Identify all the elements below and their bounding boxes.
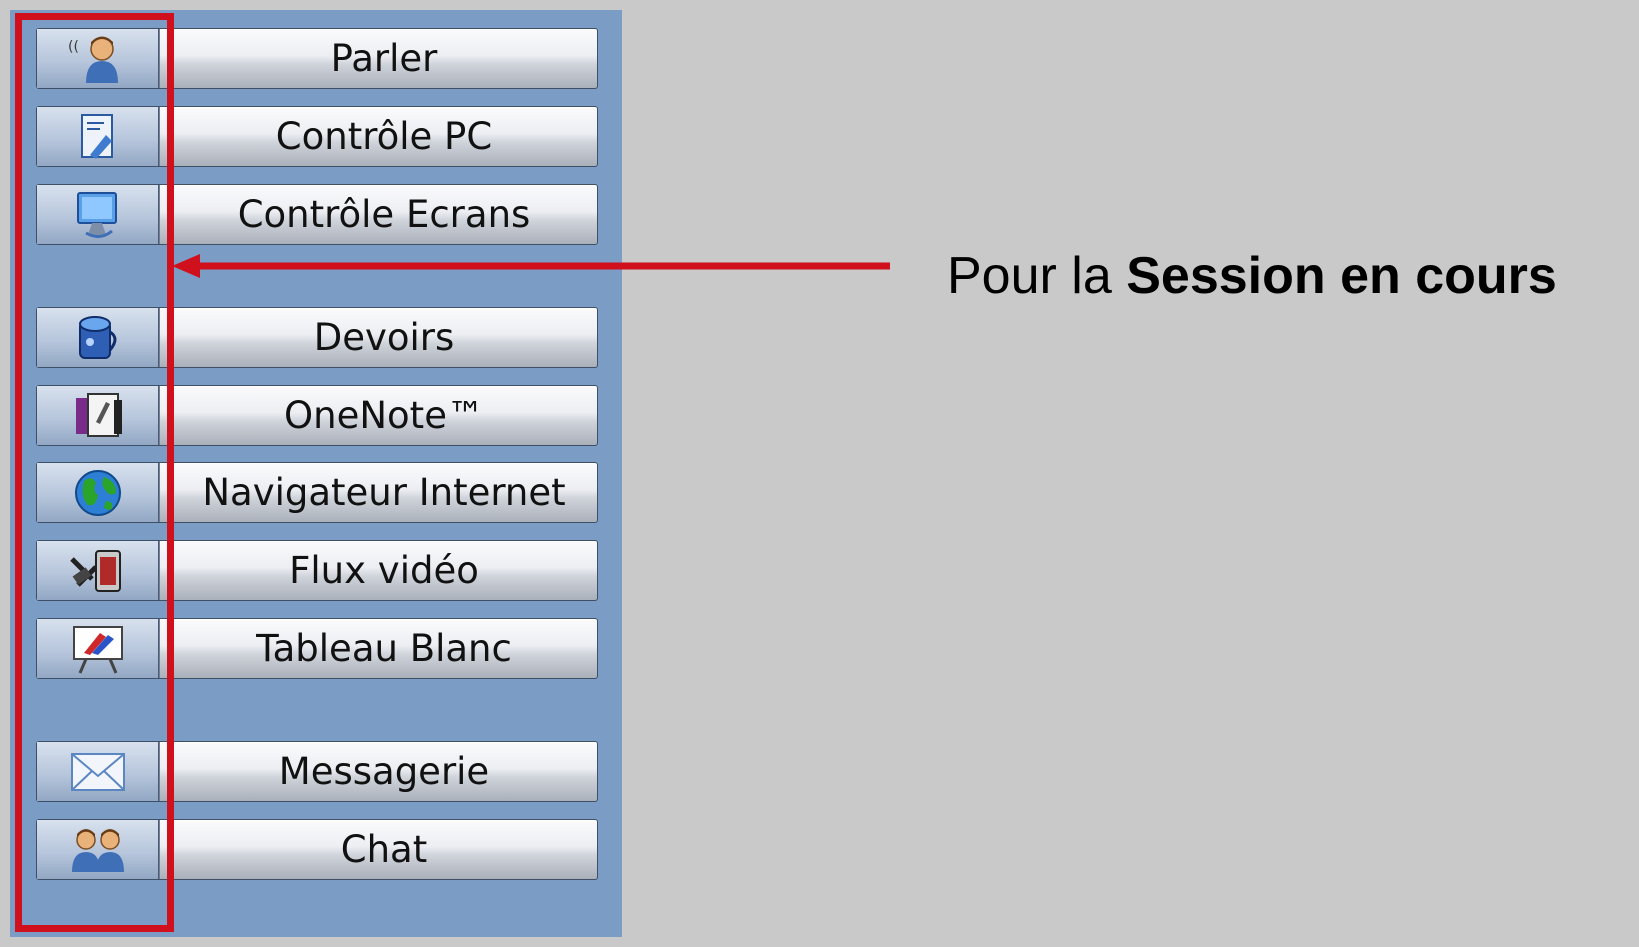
globe-icon bbox=[74, 469, 121, 516]
video-stream-icon bbox=[69, 549, 121, 592]
devoirs-button[interactable]: Devoirs bbox=[36, 307, 598, 368]
controle-ecrans-button[interactable]: Contrôle Ecrans bbox=[36, 184, 598, 245]
messagerie-icon-cell bbox=[37, 742, 160, 801]
flux-video-icon-cell bbox=[37, 541, 160, 600]
devoirs-label: Devoirs bbox=[313, 316, 455, 359]
navigateur-internet-button[interactable]: Navigateur Internet bbox=[36, 462, 598, 523]
onenote-button[interactable]: OneNote™ bbox=[36, 385, 598, 446]
chat-icon-cell bbox=[37, 820, 160, 879]
messagerie-label: Messagerie bbox=[278, 750, 490, 793]
controle-pc-label: Contrôle PC bbox=[275, 115, 493, 158]
pc-control-icon bbox=[80, 113, 113, 159]
tableau-blanc-button[interactable]: Tableau Blanc bbox=[36, 618, 598, 679]
onenote-label: OneNote™ bbox=[284, 394, 484, 437]
annotation-caption: Pour la Session en cours bbox=[947, 246, 1557, 306]
parler-icon-cell: (( bbox=[37, 29, 160, 88]
flux-video-button[interactable]: Flux vidéo bbox=[36, 540, 598, 601]
flux-video-label: Flux vidéo bbox=[289, 549, 479, 592]
tableau-blanc-label: Tableau Blanc bbox=[256, 627, 512, 670]
chat-label: Chat bbox=[340, 828, 428, 871]
controle-ecrans-icon-cell bbox=[37, 185, 160, 244]
controle-ecrans-label: Contrôle Ecrans bbox=[237, 193, 531, 236]
svg-text:((: (( bbox=[68, 39, 79, 55]
messagerie-button[interactable]: Messagerie bbox=[36, 741, 598, 802]
navigateur-internet-icon-cell bbox=[37, 463, 160, 522]
tableau-blanc-icon-cell bbox=[37, 619, 160, 678]
onenote-icon bbox=[75, 392, 122, 437]
envelope-icon bbox=[70, 752, 125, 791]
homework-icon bbox=[78, 315, 116, 359]
controle-pc-button[interactable]: Contrôle PC bbox=[36, 106, 598, 167]
annotation-bold: Session en cours bbox=[1126, 247, 1557, 305]
monitor-icon bbox=[76, 191, 117, 238]
parler-label: Parler bbox=[330, 37, 438, 80]
chat-users-icon bbox=[71, 828, 124, 872]
devoirs-icon-cell bbox=[37, 308, 160, 367]
navigateur-internet-label: Navigateur Internet bbox=[202, 471, 566, 514]
chat-button[interactable]: Chat bbox=[36, 819, 598, 880]
onenote-icon-cell bbox=[37, 386, 160, 445]
parler-button[interactable]: (( Parler bbox=[36, 28, 598, 89]
whiteboard-icon bbox=[72, 625, 123, 674]
annotation-arrow bbox=[172, 254, 890, 278]
controle-pc-icon-cell bbox=[37, 107, 160, 166]
annotation-prefix: Pour la bbox=[947, 247, 1127, 305]
speaking-person-icon: (( bbox=[68, 36, 118, 83]
